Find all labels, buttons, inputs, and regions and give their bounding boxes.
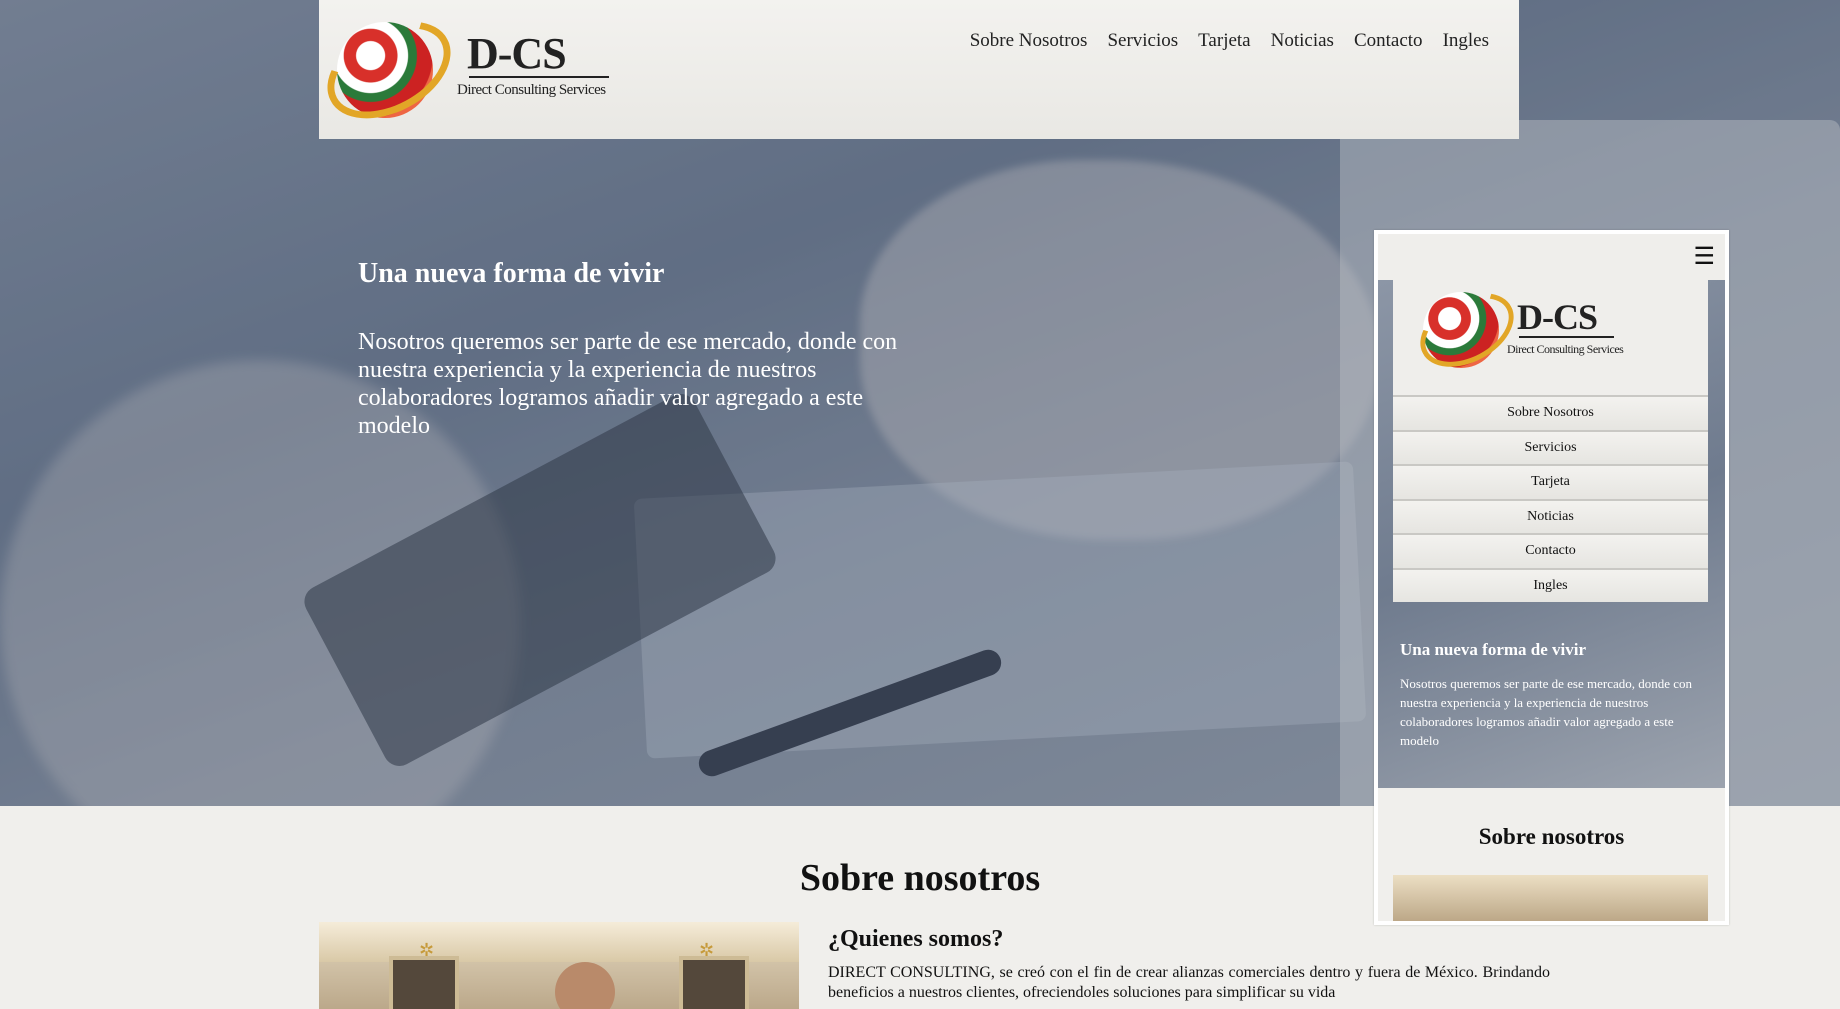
about-content: ¿Quienes somos? DIRECT CONSULTING, se cr…: [828, 926, 1550, 1003]
photo-person: [555, 962, 615, 1009]
site-header: D-CS Direct Consulting Services Sobre No…: [311, 0, 1519, 139]
logo[interactable]: D-CS Direct Consulting Services: [311, 1, 617, 139]
mobile-section-title: Sobre nosotros: [1478, 824, 1625, 849]
mobile-hero-heading: Una nueva forma de vivir: [1400, 640, 1587, 659]
mobile-nav-sobre-nosotros[interactable]: Sobre Nosotros: [1393, 395, 1708, 430]
chandelier-icon: ✲: [419, 940, 435, 960]
mobile-logo-subtitle: Direct Consulting Services: [1507, 342, 1624, 356]
nav-tarjeta[interactable]: Tarjeta: [1198, 30, 1250, 52]
about-photo: ✲ ✲: [319, 922, 799, 1009]
mobile-nav-contacto[interactable]: Contacto: [1393, 533, 1708, 568]
mobile-logo-title: D-CS: [1517, 297, 1598, 337]
mobile-logo[interactable]: D-CS Direct Consulting Services: [1393, 278, 1708, 395]
nav-ingles[interactable]: Ingles: [1443, 30, 1489, 52]
photo-window: [679, 956, 749, 1009]
mobile-nav-servicios[interactable]: Servicios: [1393, 429, 1708, 464]
logo-subtitle: Direct Consulting Services: [457, 82, 606, 98]
photo-window: [389, 956, 459, 1009]
hamburger-menu-icon[interactable]: ☰: [1693, 242, 1715, 271]
main-nav: Sobre Nosotros Servicios Tarjeta Noticia…: [970, 30, 1489, 52]
hero-heading: Una nueva forma de vivir: [358, 258, 665, 289]
about-heading: ¿Quienes somos?: [828, 926, 1004, 952]
mobile-about-photo: [1393, 875, 1708, 921]
mobile-about-section: Sobre nosotros: [1378, 788, 1725, 921]
mobile-logo-divider: [1519, 336, 1614, 338]
mobile-nav-tarjeta[interactable]: Tarjeta: [1393, 464, 1708, 499]
mobile-hero-content: Una nueva forma de vivir Nosotros querem…: [1400, 640, 1710, 750]
mobile-preview: ☰ D-CS Direct Consulting Services Sobre …: [1374, 230, 1729, 925]
chandelier-icon: ✲: [699, 940, 715, 960]
nav-contacto[interactable]: Contacto: [1354, 30, 1423, 52]
about-text: DIRECT CONSULTING, se creó con el fin de…: [828, 964, 1550, 1001]
logo-title: D-CS: [467, 29, 567, 78]
nav-noticias[interactable]: Noticias: [1271, 30, 1334, 52]
mobile-menu: D-CS Direct Consulting Services Sobre No…: [1393, 278, 1708, 602]
logo-divider: [469, 76, 609, 78]
mobile-nav-noticias[interactable]: Noticias: [1393, 498, 1708, 533]
nav-sobre-nosotros[interactable]: Sobre Nosotros: [970, 30, 1088, 52]
mobile-nav-ingles[interactable]: Ingles: [1393, 567, 1708, 602]
hero-content: Una nueva forma de vivir Nosotros querem…: [358, 258, 898, 440]
nav-servicios[interactable]: Servicios: [1107, 30, 1178, 52]
hero-text: Nosotros queremos ser parte de ese merca…: [358, 329, 898, 439]
mobile-topbar: ☰: [1378, 234, 1725, 280]
mobile-hero-text: Nosotros queremos ser parte de ese merca…: [1400, 676, 1693, 748]
